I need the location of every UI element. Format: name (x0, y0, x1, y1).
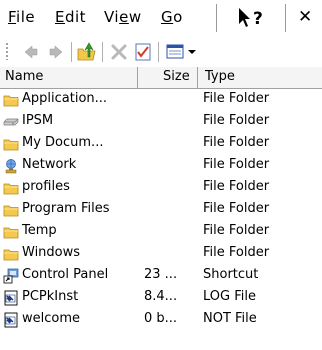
file-list-item[interactable]: Temp File Folder (0, 221, 322, 243)
folder-icon (3, 92, 19, 108)
folder-icon (3, 202, 19, 218)
file-type: NOT File (203, 311, 257, 326)
column-header-type[interactable]: Type (205, 69, 235, 84)
file-type: File Folder (203, 179, 270, 194)
file-list-item[interactable]: PCPkInst 8.4... LOG File (0, 287, 322, 309)
views-dropdown-button[interactable] (165, 41, 199, 63)
file-type: File Folder (203, 157, 270, 172)
back-arrow-icon (24, 45, 38, 59)
file-list-item[interactable]: Program Files File Folder (0, 199, 322, 221)
folder-icon (3, 246, 19, 262)
up-folder-button[interactable] (76, 41, 98, 63)
file-name: welcome (22, 311, 81, 326)
file-list-item[interactable]: welcome 0 b... NOT File (0, 309, 322, 331)
file-list-item[interactable]: Windows File Folder (0, 243, 322, 265)
file-name: profiles (22, 179, 70, 194)
properties-button[interactable] (132, 41, 154, 63)
menu-separator (285, 4, 286, 32)
help-pointer-icon: ? (239, 8, 263, 29)
column-header-name[interactable]: Name (5, 69, 43, 84)
file-name: Control Panel (22, 267, 109, 282)
file-name: PCPkInst (22, 289, 79, 304)
file-type: File Folder (203, 135, 270, 150)
file-list-item[interactable]: Application... File Folder (0, 89, 322, 111)
shortcut-icon (3, 268, 19, 284)
file-list-item[interactable]: Network File Folder (0, 155, 322, 177)
back-button[interactable] (20, 41, 42, 63)
file-type: LOG File (203, 289, 256, 304)
toolbar-separator (102, 42, 103, 62)
toolbar-grip[interactable] (5, 42, 9, 60)
menu-view[interactable]: View (104, 8, 142, 26)
views-icon (166, 44, 196, 59)
file-list-item[interactable]: IPSM File Folder (0, 111, 322, 133)
file-list-item[interactable]: Control Panel 23 ... Shortcut (0, 265, 322, 287)
menu-bar: File Edit View Go ? ✕ (0, 0, 322, 37)
file-name: IPSM (22, 113, 54, 128)
close-button[interactable]: ✕ (298, 7, 312, 27)
file-type: File Folder (203, 113, 270, 128)
file-type: File Folder (203, 245, 270, 260)
file-type: File Folder (203, 223, 270, 238)
file-type: File Folder (203, 201, 270, 216)
file-name: Network (22, 157, 77, 172)
file-size: 0 b... (144, 311, 178, 326)
file-name: Program Files (22, 201, 110, 216)
delete-button[interactable] (108, 41, 130, 63)
file-name: Windows (22, 245, 81, 260)
menu-file[interactable]: File (8, 8, 35, 26)
delete-icon (111, 44, 127, 60)
file-type: Shortcut (203, 267, 259, 282)
document-icon (3, 312, 19, 328)
file-list-item[interactable]: My Docum... File Folder (0, 133, 322, 155)
network-icon (3, 158, 19, 174)
svg-text:?: ? (253, 9, 263, 29)
toolbar (0, 36, 322, 68)
column-header-size[interactable]: Size (163, 69, 190, 84)
folder-icon (3, 224, 19, 240)
file-type: File Folder (203, 91, 270, 106)
file-name: My Docum... (22, 135, 104, 150)
column-divider[interactable] (197, 67, 198, 88)
toolbar-separator (71, 42, 72, 62)
file-size: 8.4... (144, 289, 178, 304)
folder-icon (3, 180, 19, 196)
drive-icon (3, 114, 19, 130)
folder-icon (3, 136, 19, 152)
menu-separator (216, 4, 217, 32)
menu-edit[interactable]: Edit (55, 8, 86, 26)
file-name: Temp (22, 223, 57, 238)
whats-this-help-button[interactable]: ? (236, 6, 270, 30)
file-size: 23 ... (144, 267, 178, 282)
forward-arrow-icon (49, 45, 63, 59)
file-name: Application... (22, 91, 108, 106)
close-icon: ✕ (298, 7, 313, 27)
menu-go[interactable]: Go (161, 8, 183, 26)
column-divider[interactable] (137, 67, 138, 88)
up-folder-icon (77, 42, 96, 61)
file-list-item[interactable]: profiles File Folder (0, 177, 322, 199)
toolbar-separator (158, 42, 159, 62)
forward-button[interactable] (45, 41, 67, 63)
properties-icon (135, 43, 151, 61)
column-header: Name Size Type (0, 67, 322, 89)
document-icon (3, 290, 19, 306)
